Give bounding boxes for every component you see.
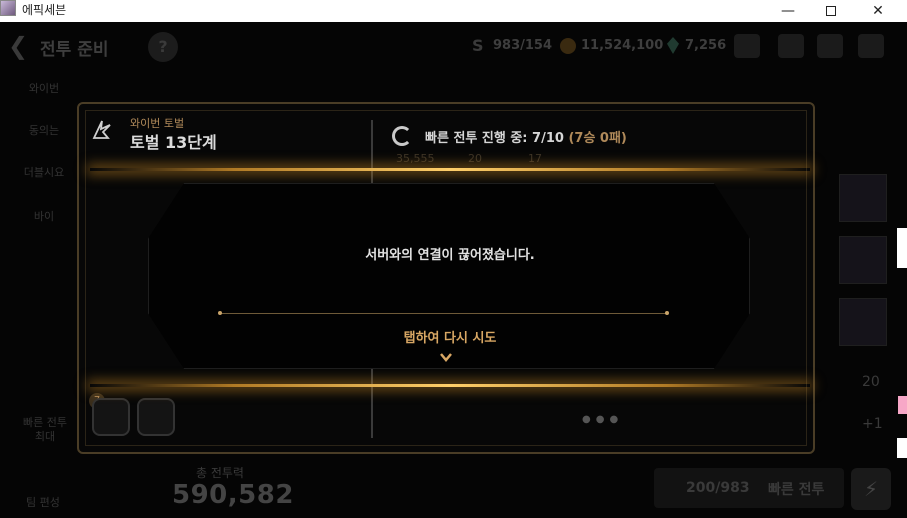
energy-max: /154 xyxy=(520,38,553,53)
page-dots: ●●● xyxy=(582,414,624,425)
battle-progress: 빠른 전투 진행 중: 7/10 (7승 0패) xyxy=(425,127,627,146)
party-bag-icon[interactable] xyxy=(137,398,175,436)
progress-label: 빠른 전투 진행 중: 7/10 xyxy=(425,131,564,146)
hero-card[interactable] xyxy=(839,174,887,222)
sidebar-item-0[interactable]: 와이번 xyxy=(18,80,70,96)
sidebar-item-3[interactable]: 바이 xyxy=(18,208,70,224)
chevron-left-icon[interactable]: ❮ xyxy=(8,32,28,60)
chevron-down-icon xyxy=(440,353,452,362)
screen-title: 전투 준비 xyxy=(40,40,109,60)
right-count: 20 xyxy=(862,374,880,390)
desktop-edge xyxy=(897,438,907,458)
maximize-icon xyxy=(826,6,836,16)
gold-value: 11,524,100 xyxy=(581,38,664,53)
lightning-icon[interactable]: ⚡ xyxy=(851,468,891,510)
close-button[interactable]: ✕ xyxy=(855,0,901,22)
faded-value: 35,555 xyxy=(396,152,435,165)
game-header: ❮ 전투 준비 ? S 983/154 11,524,100 7,256 xyxy=(0,22,907,72)
quick-battle-label: 빠른 전투 xyxy=(768,482,825,498)
stage-name: 토벌 13단계 xyxy=(130,133,217,152)
quick-battle-side-button[interactable]: 빠른 전투 최대 xyxy=(22,416,68,444)
chat-icon[interactable] xyxy=(817,34,843,58)
energy-icon: S xyxy=(472,36,484,55)
retry-button[interactable]: 탭하여 다시 시도 xyxy=(90,327,810,346)
window-title: 에픽세븐 xyxy=(22,3,67,17)
desktop-edge xyxy=(898,396,907,414)
app-icon xyxy=(0,0,16,16)
energy-counter: 983/154 xyxy=(493,38,552,53)
mail-icon[interactable] xyxy=(778,34,804,58)
faded-value: 17 xyxy=(528,152,542,165)
desktop-edge xyxy=(897,228,907,268)
faded-value: 20 xyxy=(468,152,482,165)
power-label: 총 전투력 xyxy=(196,466,244,480)
party-gear-icon[interactable] xyxy=(92,398,130,436)
hero-card[interactable] xyxy=(839,236,887,284)
gem-icon xyxy=(667,37,679,54)
refresh-icon xyxy=(392,126,412,146)
sidebar-item-2[interactable]: 더블시요 xyxy=(18,164,70,180)
dialog-divider xyxy=(218,311,669,315)
progress-record: (7승 0패) xyxy=(568,131,627,146)
window-titlebar: 에픽세븐 — ✕ xyxy=(0,0,907,22)
shop-icon[interactable] xyxy=(734,34,760,58)
dialog-glow-bottom xyxy=(90,384,810,387)
energy-value: 983 xyxy=(493,38,521,53)
minimize-button[interactable]: — xyxy=(765,0,811,22)
right-plus: +1 xyxy=(862,416,883,432)
gem-value: 7,256 xyxy=(685,38,727,53)
game-viewport: ❮ 전투 준비 ? S 983/154 11,524,100 7,256 와이번… xyxy=(0,22,907,518)
team-setup-button[interactable]: 팀 편성 xyxy=(26,494,60,510)
sidebar-item-1[interactable]: 동의는 xyxy=(18,122,70,138)
gold-icon xyxy=(560,38,576,54)
wyvern-icon xyxy=(90,118,116,144)
connection-lost-dialog[interactable]: 서버와의 연결이 끊어졌습니다. 탭하여 다시 시도 xyxy=(90,171,810,383)
quick-battle-cost: 200/983 xyxy=(686,480,750,496)
menu-grid-icon[interactable] xyxy=(858,34,884,58)
maximize-button[interactable] xyxy=(808,0,854,22)
help-button[interactable]: ? xyxy=(148,32,178,62)
dialog-message: 서버와의 연결이 끊어졌습니다. xyxy=(365,248,535,263)
hero-card[interactable] xyxy=(839,298,887,346)
power-value: 590,582 xyxy=(172,480,294,510)
